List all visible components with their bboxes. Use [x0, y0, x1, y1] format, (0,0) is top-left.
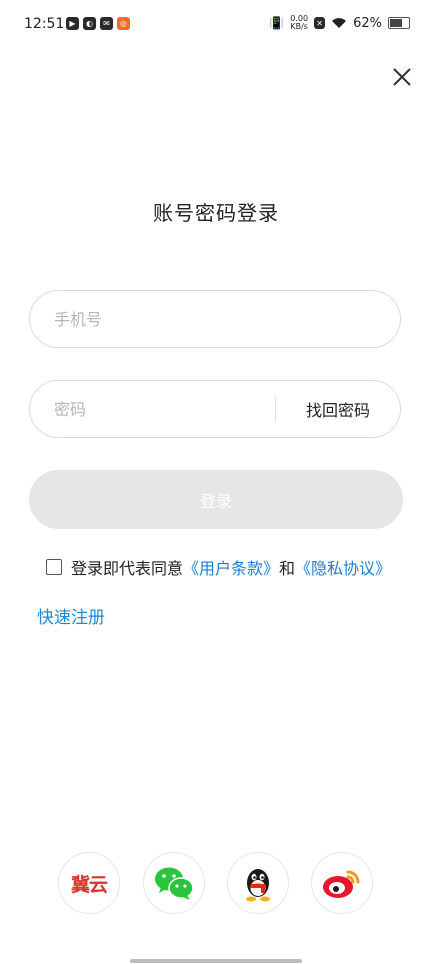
password-field[interactable]: 找回密码 — [29, 380, 401, 438]
register-link[interactable]: 快速注册 — [37, 603, 105, 628]
wechat-login-button[interactable] — [143, 852, 205, 914]
mail-notification-icon: ✉ — [100, 17, 113, 30]
page-title: 账号密码登录 — [153, 201, 279, 225]
agreement-prefix: 登录即代表同意 — [71, 559, 184, 578]
net-speed: 0.00 KB/s — [290, 15, 308, 31]
notification-icons: ▶ ◐ ✉ ◎ — [66, 17, 130, 30]
battery-icon — [388, 17, 410, 29]
jiyun-logo: 冀云 — [70, 873, 108, 896]
agreement-row: 登录即代表同意 《用户条款》 和 《隐私协议》 — [46, 555, 391, 579]
password-input[interactable] — [30, 398, 275, 420]
close-icon — [393, 68, 411, 86]
net-speed-unit: KB/s — [290, 22, 308, 31]
weibo-icon — [323, 870, 360, 898]
app-notification-icon: ◐ — [83, 17, 96, 30]
wechat-icon — [155, 867, 194, 900]
close-button[interactable] — [388, 63, 416, 91]
qq-login-button[interactable] — [227, 852, 289, 914]
agreement-conjunction: 和 — [279, 559, 296, 578]
jiyun-login-button[interactable]: 冀云 — [58, 852, 120, 914]
status-right: 📳 0.00 KB/s ✕ 62% — [269, 15, 410, 31]
status-bar: 12:51 ▶ ◐ ✉ ◎ 📳 0.00 KB/s ✕ 62% — [0, 0, 432, 52]
home-indicator[interactable] — [130, 959, 302, 963]
battery-percent: 62% — [353, 15, 382, 31]
weibo-login-button[interactable] — [311, 852, 373, 914]
shop-notification-icon: ◎ — [117, 17, 130, 30]
privacy-link[interactable]: 《隐私协议》 — [295, 555, 391, 579]
terms-link[interactable]: 《用户条款》 — [183, 555, 279, 579]
wifi-icon — [332, 18, 347, 28]
phone-field[interactable] — [29, 290, 401, 348]
phone-input[interactable] — [30, 308, 400, 330]
agreement-checkbox[interactable] — [46, 559, 62, 575]
vibrate-icon: 📳 — [269, 16, 285, 30]
play-notification-icon: ▶ — [66, 17, 79, 30]
qq-icon — [246, 869, 270, 902]
forgot-password-button[interactable]: 找回密码 — [276, 397, 400, 421]
login-button[interactable]: 登录 — [29, 470, 403, 529]
status-time: 12:51 — [24, 16, 65, 32]
sim-off-icon: ✕ — [314, 17, 326, 29]
